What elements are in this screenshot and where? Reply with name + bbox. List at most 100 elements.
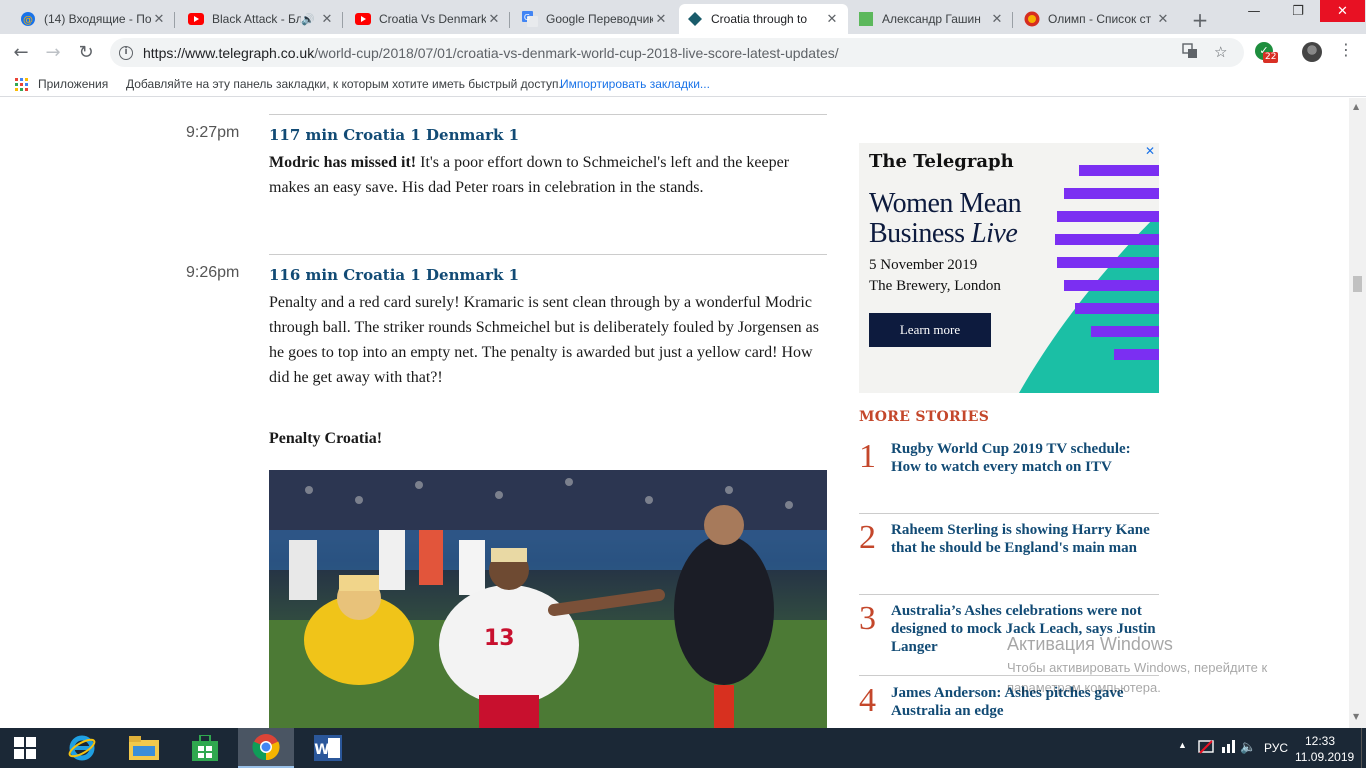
browser-toolbar: ← → ↻ i https://www.telegraph.co.uk/worl…	[0, 34, 1366, 71]
close-icon[interactable]: ✕	[989, 11, 1005, 27]
close-icon[interactable]: ✕	[1155, 11, 1171, 27]
close-icon[interactable]: ✕	[319, 11, 335, 27]
green-page-icon	[858, 11, 874, 27]
tab-title: Croatia through to	[711, 12, 808, 26]
store-icon	[192, 735, 218, 761]
scroll-up-icon[interactable]: ▲	[1353, 102, 1359, 111]
post-time: 9:27pm	[186, 124, 240, 141]
ad-date: 5 November 2019	[869, 257, 978, 273]
close-icon[interactable]: ✕	[824, 11, 840, 27]
windows-activation-text: Чтобы активировать Windows, перейдите к …	[1007, 660, 1268, 695]
close-icon[interactable]: ✕	[151, 11, 167, 27]
clock-date[interactable]: 11.09.2019	[1295, 750, 1354, 764]
ie-icon	[68, 735, 96, 761]
restore-button[interactable]: ❐	[1276, 0, 1320, 22]
network-icon[interactable]	[1222, 739, 1236, 756]
story-title[interactable]: Raheem Sterling is showing Harry Kane th…	[891, 521, 1161, 557]
advertisement[interactable]: The Telegraph Women Mean Business Live 5 …	[859, 143, 1159, 393]
story-number: 4	[859, 682, 876, 719]
address-bar[interactable]: i https://www.telegraph.co.uk/world-cup/…	[110, 38, 1244, 67]
more-stories-heading: MORE STORIES	[859, 409, 990, 425]
tab-telegraph-active[interactable]: Croatia through to ✕	[679, 4, 848, 34]
post-body: Modric has missed it! It's a poor effort…	[269, 150, 827, 200]
shirt-number: 13	[484, 626, 515, 651]
clock-time[interactable]: 12:33	[1305, 734, 1335, 748]
tab-black-attack[interactable]: Black Attack - Блэк 🔊 ✕	[180, 4, 343, 34]
url-host: https://www.telegraph.co.uk	[143, 44, 315, 61]
tab-strip: @ (14) Входящие - Почта ✕ Black Attack -…	[0, 0, 1366, 34]
post-header: 116 min Croatia 1 Denmark 1	[269, 266, 520, 284]
store-button[interactable]	[177, 728, 233, 768]
input-language[interactable]: РУС	[1264, 741, 1288, 755]
internet-explorer-button[interactable]	[54, 728, 110, 768]
match-photo[interactable]: 13	[269, 470, 827, 728]
tab-google-translate[interactable]: G Google Переводчик ✕	[514, 4, 677, 34]
tab-olimp[interactable]: Олимп - Список ст ✕	[1016, 4, 1179, 34]
close-window-button[interactable]: ✕	[1320, 0, 1365, 22]
ad-title-italic: Live	[971, 218, 1018, 249]
apps-grid-icon[interactable]	[15, 78, 28, 91]
tab-title: (14) Входящие - Почта	[44, 12, 151, 26]
olimp-icon	[1024, 11, 1040, 27]
volume-icon[interactable]: 🔈	[1240, 739, 1256, 755]
scrollbar-thumb[interactable]	[1353, 276, 1362, 292]
learn-more-button[interactable]: Learn more	[869, 313, 991, 347]
tab-title: Олимп - Список ст	[1048, 12, 1152, 26]
tab-alexander[interactable]: Александр Гашин ✕	[850, 4, 1013, 34]
svg-text:W: W	[314, 742, 329, 758]
google-translate-icon: G	[522, 11, 538, 27]
post-header: 117 min Croatia 1 Denmark 1	[269, 126, 520, 144]
tab-title: Black Attack - Блэк	[212, 12, 302, 26]
show-hidden-icons[interactable]: ▲	[1178, 740, 1187, 750]
page-scrollbar[interactable]: ▲ ▼	[1349, 98, 1366, 728]
word-icon: W	[314, 735, 342, 761]
minimize-button[interactable]: —	[1232, 0, 1276, 22]
penalty-heading: Penalty Croatia!	[269, 430, 383, 447]
extension-icon[interactable]: ✓ 22	[1255, 42, 1279, 63]
action-center-icon[interactable]	[1198, 739, 1214, 758]
word-button[interactable]: W	[300, 728, 356, 768]
bookmarks-hint: Добавляйте на эту панель закладки, к кот…	[126, 77, 562, 91]
back-button[interactable]: ←	[10, 42, 32, 64]
url-path: /world-cup/2018/07/01/croatia-vs-denmark…	[314, 44, 839, 61]
tab-croatia-denmark-video[interactable]: Croatia Vs Denmark ✕	[347, 4, 510, 34]
ad-title: Women Mean Business Live	[869, 189, 1059, 249]
info-icon[interactable]: i	[119, 45, 133, 60]
youtube-icon	[355, 11, 371, 27]
post-lead: Modric has missed it!	[269, 154, 417, 171]
start-button[interactable]	[0, 728, 50, 768]
post-body: Penalty and a red card surely! Kramaric …	[269, 290, 827, 390]
story-number: 1	[859, 438, 876, 475]
new-tab-button[interactable]: +	[1190, 8, 1210, 32]
windows-taskbar: W ▲ 🔈 РУС 12:33 11.09.2019	[0, 728, 1366, 768]
apps-link[interactable]: Приложения	[38, 77, 108, 91]
post-text: Penalty and a red card surely! Kramaric …	[269, 294, 819, 386]
svg-text:@: @	[23, 15, 33, 26]
chrome-taskbar-button[interactable]	[238, 728, 294, 768]
bookmark-star-icon[interactable]: ☆	[1214, 43, 1227, 61]
story-number: 3	[859, 600, 876, 637]
url-text[interactable]: https://www.telegraph.co.uk/world-cup/20…	[143, 45, 839, 61]
tab-inbox[interactable]: @ (14) Входящие - Почта ✕	[12, 4, 175, 34]
scroll-down-icon[interactable]: ▼	[1353, 712, 1359, 721]
tab-title: Александр Гашин	[882, 12, 981, 26]
translate-icon[interactable]	[1182, 43, 1198, 63]
ad-close-icon[interactable]: ✕	[1145, 144, 1155, 158]
forward-button[interactable]: →	[42, 42, 64, 64]
speaker-icon[interactable]: 🔊	[301, 13, 315, 26]
close-icon[interactable]: ✕	[653, 11, 669, 27]
svg-text:G: G	[524, 13, 530, 22]
menu-icon[interactable]: ⋮	[1338, 40, 1354, 59]
divider	[859, 513, 1159, 514]
import-bookmarks-link[interactable]: Импортировать закладки...	[560, 77, 710, 91]
show-desktop-button[interactable]	[1361, 728, 1366, 768]
tab-title: Google Переводчик	[546, 12, 653, 26]
profile-avatar[interactable]	[1302, 42, 1322, 62]
file-explorer-button[interactable]	[116, 728, 172, 768]
reload-button[interactable]: ↻	[75, 42, 97, 64]
chrome-icon	[252, 734, 280, 761]
folder-icon	[129, 736, 159, 760]
ad-graphic	[1019, 165, 1159, 393]
story-title[interactable]: Rugby World Cup 2019 TV schedule: How to…	[891, 440, 1161, 476]
close-icon[interactable]: ✕	[486, 11, 502, 27]
